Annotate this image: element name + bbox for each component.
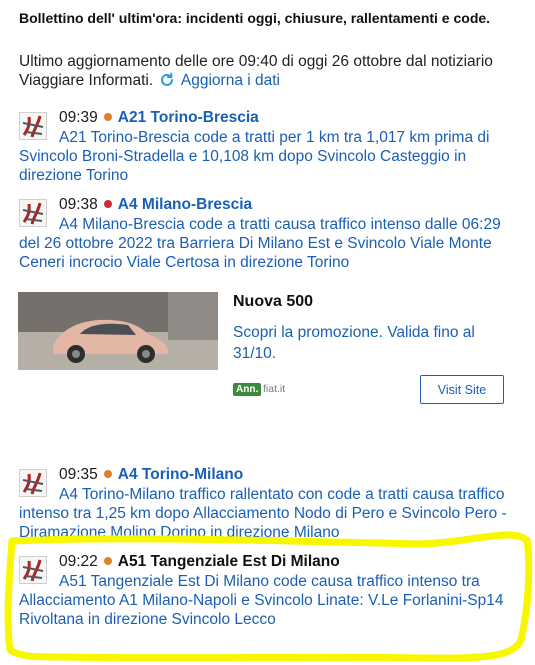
incident-time: 09:22	[59, 553, 98, 570]
bulletin-title: Bollettino dell' ultim'ora: incidenti og…	[19, 10, 491, 26]
incident-time: 09:38	[59, 196, 98, 213]
status-dot	[103, 557, 112, 566]
status-dot	[103, 200, 112, 209]
refresh-label: Aggiorna i dati	[180, 72, 280, 89]
road-title[interactable]: A51 Tangenziale Est Di Milano	[118, 553, 340, 570]
car-ad-image[interactable]	[18, 292, 218, 370]
update-line: Ultimo aggiornamento delle ore 09:40 di …	[19, 52, 524, 90]
incident-description[interactable]: A4 Milano-Brescia code a tratti causa tr…	[19, 215, 519, 272]
road-link[interactable]: A4 Milano-Brescia	[118, 196, 252, 213]
ad-badge: Ann.	[233, 383, 262, 396]
incident-header: 09:35 A4 Torino-Milano	[59, 465, 243, 484]
incident-description[interactable]: A4 Torino-Milano traffico rallentato con…	[19, 485, 519, 542]
status-dot	[103, 113, 112, 122]
incident-header: 09:38 A4 Milano-Brescia	[59, 195, 252, 214]
incident-header: 09:39 A21 Torino-Brescia	[59, 108, 259, 127]
refresh-icon	[161, 72, 174, 86]
ad-title[interactable]: Nuova 500	[233, 293, 313, 311]
ad-domain: fiat.it	[263, 383, 286, 395]
road-link[interactable]: A4 Torino-Milano	[118, 466, 243, 483]
status-dot	[103, 470, 112, 479]
ad-text[interactable]: Scopri la promozione. Valida fino al 31/…	[233, 322, 513, 364]
visit-site-button[interactable]: Visit Site	[420, 375, 504, 404]
car-illustration	[18, 292, 218, 370]
incident-description[interactable]: A51 Tangenziale Est Di Milano code causa…	[19, 572, 519, 629]
incident-description[interactable]: A21 Torino-Brescia code a tratti per 1 k…	[19, 128, 519, 185]
incident-time: 09:35	[59, 466, 98, 483]
page: Bollettino dell' ultim'ora: incidenti og…	[0, 0, 535, 665]
road-link[interactable]: A21 Torino-Brescia	[118, 109, 259, 126]
refresh-link[interactable]: Aggiorna i dati	[157, 72, 280, 89]
incident-header: 09:22 A51 Tangenziale Est Di Milano	[59, 552, 340, 571]
incident-time: 09:39	[59, 109, 98, 126]
advertisement[interactable]: Nuova 500 Scopri la promozione. Valida f…	[18, 292, 518, 410]
